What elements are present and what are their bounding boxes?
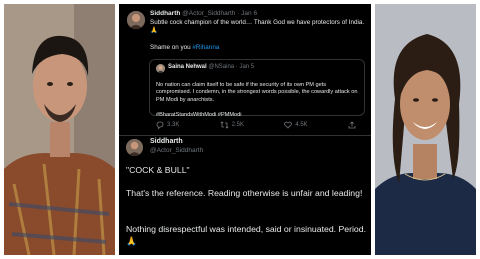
retweet-icon — [220, 121, 229, 129]
quoted-hashtags[interactable]: #BharatStandsWithModi #PMModi — [156, 112, 242, 118]
photo-right — [375, 4, 476, 255]
tweet-divider — [119, 135, 371, 136]
quoted-body: No nation can claim itself to be safe if… — [156, 81, 358, 103]
tweet-text: Subtle cock champion of the world… Thank… — [150, 19, 365, 35]
share-icon — [348, 121, 356, 129]
tweet-header: Siddharth @Actor_Siddharth · Jan 6 — [150, 10, 257, 17]
reply-count: 3.3K — [167, 122, 180, 128]
tweet-text-prefix: Shame on you — [150, 44, 193, 51]
quoted-author-handle: @NSaina · Jan 5 — [208, 64, 255, 70]
reply-icon — [156, 121, 164, 129]
like-count: 4.5K — [295, 122, 308, 128]
author-handle[interactable]: @Actor_Siddharth — [182, 10, 235, 17]
like-button[interactable]: 4.5K — [284, 121, 308, 129]
heart-icon — [284, 121, 293, 129]
retweet-count: 2.5K — [231, 122, 244, 128]
quoted-text: No nation can claim itself to be safe if… — [156, 74, 361, 120]
tweet-screenshot-panel: Siddharth @Actor_Siddharth · Jan 6 Subtl… — [119, 4, 371, 255]
reply-button[interactable]: 3.3K — [156, 121, 179, 129]
author-name[interactable]: Siddharth — [150, 10, 180, 17]
tweet2-para1: "COCK & BULL" — [126, 165, 190, 175]
avatar[interactable] — [126, 139, 143, 156]
tweet-text-line2: Shame on you #Rihanna — [150, 44, 365, 52]
tweet-date[interactable]: · Jan 6 — [237, 10, 257, 17]
photo-left — [4, 4, 115, 255]
avatar[interactable] — [127, 11, 145, 29]
tweet2-para2: That's the reference. Reading otherwise … — [126, 188, 363, 198]
author-name[interactable]: Siddharth — [150, 138, 183, 145]
tweet-actions: 3.3K 2.5K 4.5K — [156, 120, 356, 130]
tweet2-para3: Nothing disrespectful was intended, said… — [126, 224, 367, 246]
quoted-header: Saina Nehwal @NSaina · Jan 5 — [168, 64, 254, 70]
author-handle[interactable]: @Actor_Siddharth — [150, 147, 203, 154]
retweet-button[interactable]: 2.5K — [220, 121, 244, 129]
man-portrait-image — [4, 4, 115, 255]
quoted-author-name: Saina Nehwal — [168, 64, 207, 70]
quoted-tweet[interactable]: Saina Nehwal @NSaina · Jan 5 No nation c… — [149, 59, 365, 118]
quoted-avatar — [156, 64, 165, 73]
share-button[interactable] — [348, 121, 356, 129]
hashtag-link[interactable]: #Rihanna — [192, 44, 219, 51]
woman-portrait-image — [375, 4, 476, 255]
